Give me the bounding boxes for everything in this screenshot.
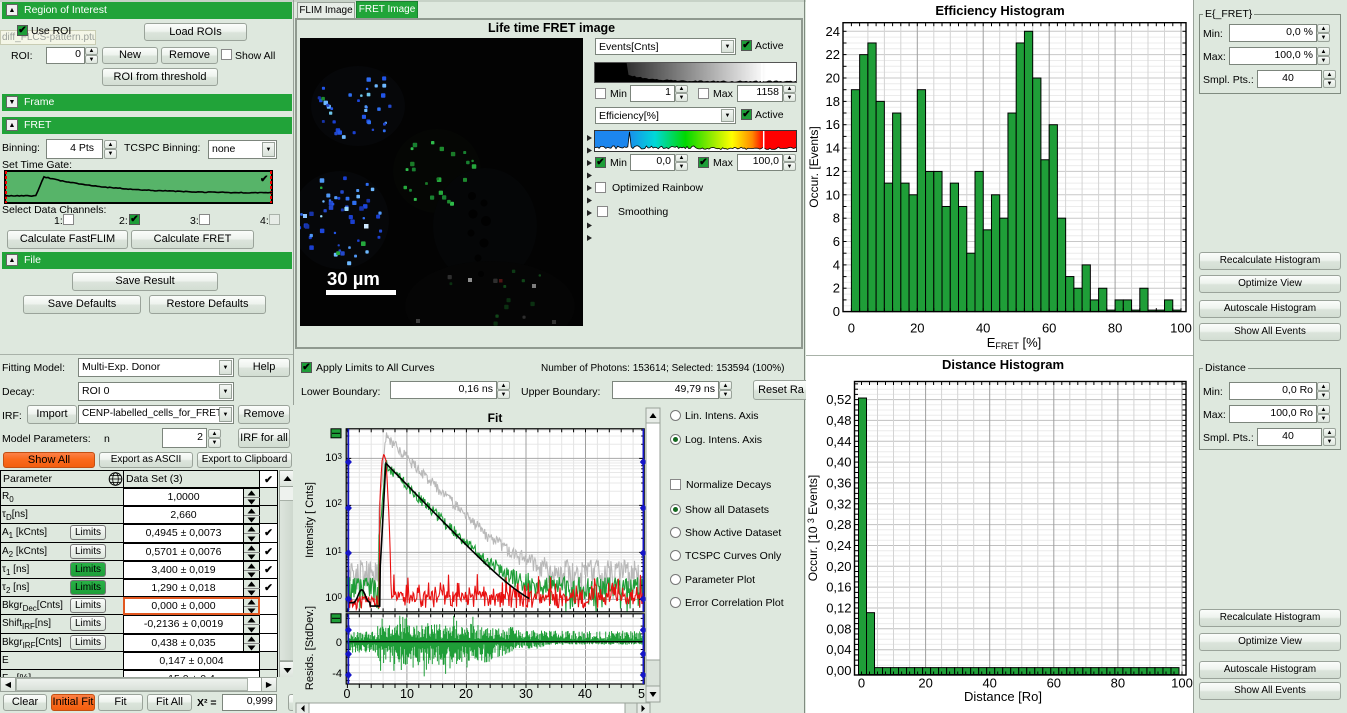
svg-text:30: 30 bbox=[519, 687, 533, 701]
svg-text:0,16: 0,16 bbox=[826, 580, 851, 595]
svg-text:20: 20 bbox=[910, 321, 924, 336]
svg-text:16: 16 bbox=[826, 117, 840, 132]
svg-text:20: 20 bbox=[826, 71, 840, 86]
svg-text:Resids. [StdDev.]: Resids. [StdDev.] bbox=[304, 606, 316, 690]
svg-text:0,12: 0,12 bbox=[826, 601, 851, 616]
svg-text:0: 0 bbox=[833, 304, 840, 319]
svg-text:60: 60 bbox=[1042, 321, 1056, 336]
svg-text:24: 24 bbox=[826, 24, 840, 39]
svg-text:Intensity [ Cnts]: Intensity [ Cnts] bbox=[304, 482, 316, 558]
svg-text:Fit: Fit bbox=[488, 411, 503, 425]
svg-text:10: 10 bbox=[400, 687, 414, 701]
svg-text:0,24: 0,24 bbox=[826, 538, 851, 553]
svg-text:20: 20 bbox=[918, 676, 932, 691]
svg-text:8: 8 bbox=[833, 211, 840, 226]
svg-text:2: 2 bbox=[833, 281, 840, 296]
svg-text:40: 40 bbox=[976, 321, 990, 336]
svg-text:0,04: 0,04 bbox=[826, 642, 851, 657]
svg-text:0,00: 0,00 bbox=[826, 663, 851, 678]
svg-text:0,48: 0,48 bbox=[826, 413, 851, 428]
svg-text:✔: ✔ bbox=[260, 174, 268, 185]
svg-text:10: 10 bbox=[826, 187, 840, 202]
svg-text:4: 4 bbox=[833, 257, 840, 272]
svg-text:100: 100 bbox=[1171, 676, 1193, 691]
svg-text:0,40: 0,40 bbox=[826, 455, 851, 470]
svg-text:6: 6 bbox=[833, 234, 840, 249]
svg-text:60: 60 bbox=[1047, 676, 1061, 691]
svg-text:20: 20 bbox=[459, 687, 473, 701]
svg-text:80: 80 bbox=[1108, 321, 1122, 336]
svg-text:0: 0 bbox=[336, 637, 342, 649]
svg-text:0,44: 0,44 bbox=[826, 434, 851, 449]
svg-text:Distance [Ro]: Distance [Ro] bbox=[964, 689, 1042, 704]
svg-text:0,20: 0,20 bbox=[826, 559, 851, 574]
svg-text:0,32: 0,32 bbox=[826, 496, 851, 511]
svg-text:100: 100 bbox=[1170, 321, 1192, 336]
svg-text:80: 80 bbox=[1111, 676, 1125, 691]
svg-text:0: 0 bbox=[848, 321, 855, 336]
svg-text:12: 12 bbox=[826, 164, 840, 179]
svg-text:Occur. [Events]: Occur. [Events] bbox=[807, 126, 821, 207]
svg-text:0,36: 0,36 bbox=[826, 475, 851, 490]
svg-text:18: 18 bbox=[826, 94, 840, 109]
svg-text:14: 14 bbox=[826, 141, 840, 156]
svg-text:0: 0 bbox=[344, 687, 351, 701]
svg-text:-4: -4 bbox=[332, 668, 342, 680]
svg-text:22: 22 bbox=[826, 47, 840, 62]
svg-text:Distance Histogram: Distance Histogram bbox=[942, 357, 1064, 372]
svg-text:0: 0 bbox=[858, 676, 865, 691]
svg-text:Occur. [10 3 Events]: Occur. [10 3 Events] bbox=[806, 475, 820, 581]
svg-text:40: 40 bbox=[578, 687, 592, 701]
svg-text:Efficiency Histogram: Efficiency Histogram bbox=[935, 3, 1064, 18]
svg-text:0,08: 0,08 bbox=[826, 621, 851, 636]
svg-text:0,52: 0,52 bbox=[826, 392, 851, 407]
svg-text:30 µm: 30 µm bbox=[327, 268, 380, 289]
svg-text:0,28: 0,28 bbox=[826, 517, 851, 532]
